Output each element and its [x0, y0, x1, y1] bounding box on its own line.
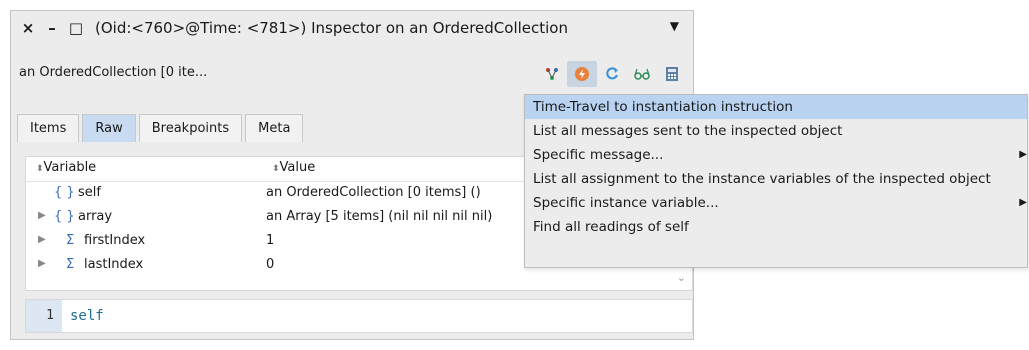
submenu-arrow-icon: ▶ — [1019, 197, 1027, 208]
code-editor[interactable]: 1 self — [25, 299, 693, 333]
code-text[interactable]: self — [70, 308, 104, 324]
instance-variable-icon: { } — [54, 185, 75, 200]
hierarchy-icon[interactable] — [537, 61, 567, 87]
menu-item-time-travel-instantiation[interactable]: Time-Travel to instantiation instruction — [525, 95, 1027, 119]
menu-item-list-messages-sent[interactable]: List all messages sent to the inspected … — [525, 119, 1027, 143]
variable-value: an Array [5 items] (nil nil nil nil nil) — [266, 209, 493, 224]
variable-value: an OrderedCollection [0 items] () — [266, 185, 481, 200]
instance-variable-icon: { } — [54, 209, 75, 224]
variable-value: 0 — [266, 257, 275, 272]
glasses-icon[interactable] — [627, 61, 657, 87]
expand-arrow-icon[interactable]: ▶ — [38, 258, 46, 269]
line-number-gutter: 1 — [26, 300, 62, 332]
tab-breakpoints[interactable]: Breakpoints — [138, 114, 243, 142]
inspector-toolbar: an OrderedCollection [0 ite... — [11, 61, 693, 87]
menu-item-list-assignments[interactable]: List all assignment to the instance vari… — [525, 167, 1027, 191]
maximize-button[interactable]: □ — [67, 19, 85, 37]
inspected-object-label: an OrderedCollection [0 ite... — [19, 65, 208, 80]
menu-item-find-readings-of-self[interactable]: Find all readings of self — [525, 215, 1027, 239]
expand-arrow-icon[interactable]: ▶ — [38, 210, 46, 221]
calculator-icon[interactable] — [657, 61, 687, 87]
refresh-icon[interactable] — [597, 61, 627, 87]
variable-name: firstIndex — [84, 233, 146, 248]
submenu-arrow-icon: ▶ — [1019, 149, 1027, 160]
window-menu-button[interactable]: ▼ — [670, 19, 679, 33]
tab-items[interactable]: Items — [17, 114, 80, 142]
value-column-header[interactable]: ⬍Value — [272, 160, 315, 175]
variable-name: array — [78, 209, 113, 224]
variable-column-header[interactable]: ⬍Variable — [36, 160, 96, 175]
context-menu: Time-Travel to instantiation instruction… — [524, 94, 1028, 268]
variable-name: lastIndex — [84, 257, 144, 272]
scroll-down-icon[interactable]: ⌄ — [677, 271, 686, 284]
tab-meta[interactable]: Meta — [245, 114, 304, 142]
tab-raw[interactable]: Raw — [82, 114, 136, 142]
time-travel-icon[interactable] — [567, 61, 597, 87]
minimize-button[interactable]: – — [43, 19, 61, 37]
variable-value: 1 — [266, 233, 275, 248]
menu-item-specific-message[interactable]: Specific message... ▶ — [525, 143, 1027, 167]
menu-item-specific-instance-variable[interactable]: Specific instance variable... ▶ — [525, 191, 1027, 215]
variable-name: self — [78, 185, 101, 200]
close-button[interactable]: × — [19, 19, 37, 37]
inspector-tabs: Items Raw Breakpoints Meta — [17, 114, 306, 142]
tool-icons — [537, 61, 687, 87]
sigma-icon: Σ — [66, 257, 75, 272]
sigma-icon: Σ — [66, 233, 75, 248]
window-title: (Oid:<760>@Time: <781>) Inspector on an … — [95, 19, 568, 37]
title-bar: × – □ (Oid:<760>@Time: <781>) Inspector … — [11, 11, 693, 45]
expand-arrow-icon[interactable]: ▶ — [38, 234, 46, 245]
